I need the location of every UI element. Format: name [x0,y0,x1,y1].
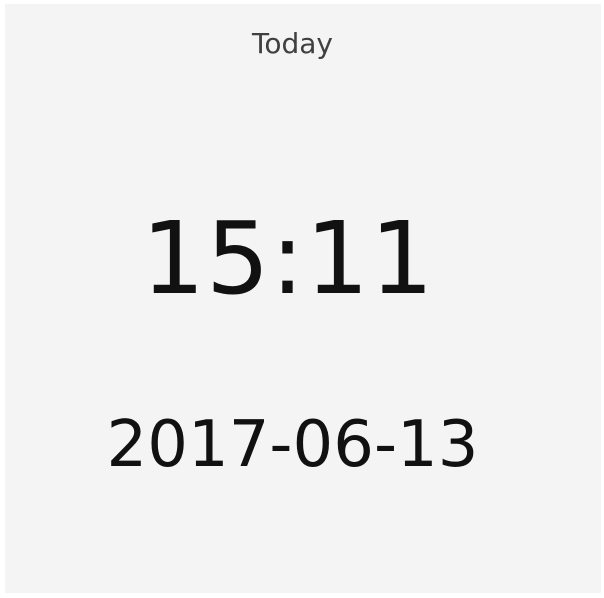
date-display: 2017-06-13 [106,408,479,482]
widget-title: Today [252,27,333,60]
time-display: 15:11 [141,200,435,317]
clock-widget: Today 15:11 2017-06-13 [5,4,601,593]
